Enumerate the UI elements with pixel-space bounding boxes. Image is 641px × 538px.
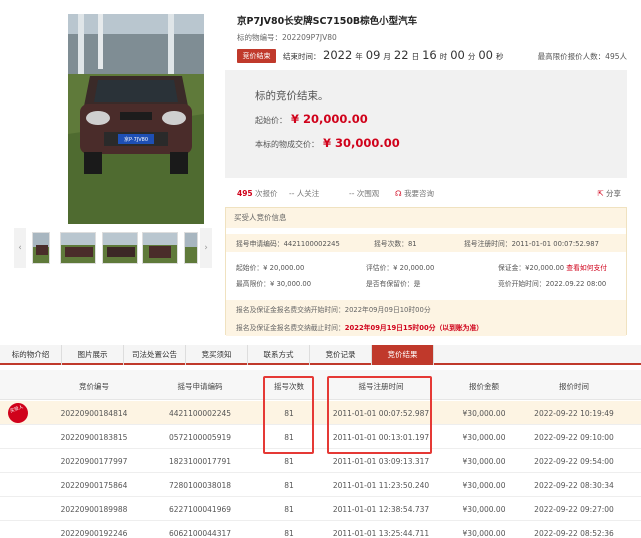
thumbnail[interactable] <box>102 232 138 264</box>
main-car-photo[interactable]: 京P·7JV80 <box>68 14 204 224</box>
thumbnail[interactable] <box>142 232 178 264</box>
plate-text: 京P·7JV80 <box>123 137 149 143</box>
col-bid-time: 报价时间 <box>559 382 589 391</box>
lot-number: 标的物编号：202209P7JV80 <box>237 33 337 42</box>
stats-bar: 495 次报价 -- 人关注 -- 次围观 ☊ 我要咨询 ⇱ 分享 <box>237 188 627 200</box>
tab-item-intro[interactable]: 标的物介绍 <box>0 345 62 365</box>
table-header: 竞价编号 摇号申请编码 摇号次数 摇号注册时间 报价金额 报价时间 <box>0 370 641 400</box>
tab-bidding-notes[interactable]: 竞买须知 <box>186 345 248 365</box>
cap-price-info: 最高限价：¥ 30,000.00 <box>236 280 312 288</box>
max-price-bidders: 最高限价报价人数：495人 <box>537 52 627 61</box>
bid-start-info: 竞价开始时间：2022.09.22 08:00 <box>498 280 607 288</box>
apply-start-note: 报名及保证金报名费交纳开始时间：2022年09月09日10时00分 <box>226 300 626 318</box>
table-row[interactable]: 20220900192246 6062100044317 81 2011-01-… <box>0 521 641 538</box>
tab-contact[interactable]: 联系方式 <box>248 345 310 365</box>
col-bid-amount: 报价金额 <box>469 382 499 391</box>
bidder-info-header: 买受人竞价信息 <box>226 208 626 228</box>
bidder-info-row: 摇号申请编码：4421100002245 摇号次数：81 摇号注册时间：2011… <box>226 234 626 252</box>
price-info-row: 起始价：¥ 20,000.00 评估价：¥ 20,000.00 保证金：¥20,… <box>226 260 626 274</box>
bid-count: 495 次报价 <box>237 189 278 198</box>
thumbnail[interactable] <box>184 232 198 264</box>
status-row: 竞价结束 结束时间： 2022 年 09 月 22 日 16 时 00 分 00 秒 最高限价报价人数… <box>237 48 627 64</box>
end-time-value: 2022 年 09 月 22 日 16 时 00 分 00 秒 <box>323 48 504 62</box>
table-row[interactable]: 20220900177997 1823100017791 81 2011-01-… <box>0 449 641 473</box>
end-time-label: 结束时间： <box>283 52 321 61</box>
bidder-count: 摇号次数：81 <box>374 240 417 248</box>
item-title: 京P7JV80长安牌SC7150B棕色小型汽车 <box>237 16 418 27</box>
col-reg-time: 摇号注册时间 <box>358 382 404 391</box>
col-bid-no: 竞价编号 <box>79 382 109 391</box>
tab-bid-records[interactable]: 竞价记录 <box>310 345 372 365</box>
eval-price-info: 评估价：¥ 20,000.00 <box>366 264 435 272</box>
result-title: 标的竞价结束。 <box>255 90 329 102</box>
start-price: 起始价： ¥ 20,000.00 <box>255 112 368 126</box>
item-summary: 京P·7JV80 ‹ › 京P7JV80长安牌SC7150B棕色小型汽车 标的物… <box>0 0 641 340</box>
col-lottery-count: 摇号次数 <box>274 382 304 391</box>
headset-icon: ☊ <box>395 189 402 198</box>
follow-count: -- 人关注 <box>289 189 320 198</box>
bidder-info-panel: 买受人竞价信息 摇号申请编码：4421100002245 摇号次数：81 摇号注… <box>225 207 627 336</box>
start-price-info: 起始价：¥ 20,000.00 <box>236 264 305 272</box>
status-badge: 竞价结束 <box>237 49 276 63</box>
consult-link[interactable]: ☊ 我要咨询 <box>395 188 434 199</box>
col-apply-code: 摇号申请编码 <box>177 382 223 391</box>
auction-page: 京P·7JV80 ‹ › 京P7JV80长安牌SC7150B棕色小型汽车 标的物… <box>0 0 641 538</box>
share-icon: ⇱ <box>597 189 604 198</box>
detail-tabs: 标的物介绍 图片展示 司法处置公告 竞买须知 联系方式 竞价记录 竞价结果 <box>0 345 641 365</box>
bidder-reg: 摇号注册时间：2011-01-01 00:07:52.987 <box>464 240 599 248</box>
tab-photos[interactable]: 图片展示 <box>62 345 124 365</box>
chevron-right-icon[interactable]: › <box>200 228 212 268</box>
result-panel: 标的竞价结束。 起始价： ¥ 20,000.00 本标的物成交价： ¥ 30,000… <box>225 70 627 178</box>
table-row[interactable]: 20220900189988 6227100041969 81 2011-01-… <box>0 497 641 521</box>
view-count: -- 次围观 <box>349 189 380 198</box>
bidder-code: 摇号申请编码：4421100002245 <box>236 240 340 248</box>
reserve-info: 是否有保留价：是 <box>366 280 421 288</box>
limit-info-row: 最高限价：¥ 30,000.00 是否有保留价：是 竞价开始时间：2022.09… <box>226 276 626 290</box>
deposit-info: 保证金：¥20,000.00 查看如何支付 <box>498 264 608 272</box>
tab-judicial-notice[interactable]: 司法处置公告 <box>124 345 186 365</box>
chevron-left-icon[interactable]: ‹ <box>14 228 26 268</box>
share-button[interactable]: ⇱ 分享 <box>597 188 621 199</box>
table-row[interactable]: 买受人 20220900184814 4421100002245 81 2011… <box>0 400 641 426</box>
how-to-pay-link[interactable]: 查看如何支付 <box>566 264 607 272</box>
winner-badge: 买受人 <box>5 400 31 426</box>
table-row[interactable]: 20220900183815 0572100005919 81 2011-01-… <box>0 425 641 449</box>
deal-price: 本标的物成交价： ¥ 30,000.00 <box>255 136 400 150</box>
apply-end-note: 报名及保证金报名费交纳截止时间：2022年09月19日15时00分（以到账为准） <box>226 318 626 336</box>
thumbnail-strip: ‹ › <box>14 228 212 268</box>
thumbnail[interactable] <box>60 232 96 264</box>
tab-bid-result[interactable]: 竞价结果 <box>372 345 434 365</box>
table-row[interactable]: 20220900175864 7280100038018 81 2011-01-… <box>0 473 641 497</box>
thumbnail[interactable] <box>32 232 50 264</box>
